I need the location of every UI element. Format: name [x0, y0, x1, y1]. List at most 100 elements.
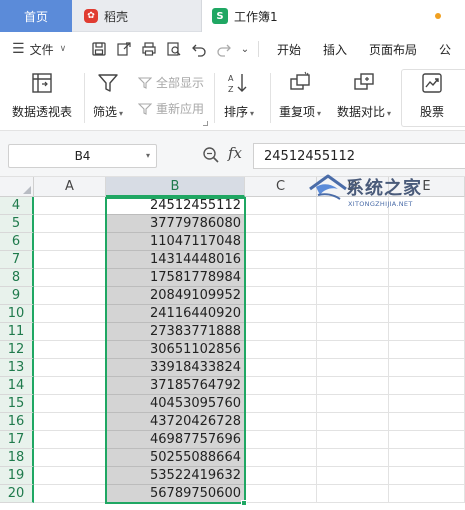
cell-a[interactable]: [34, 269, 106, 287]
cell-a[interactable]: [34, 431, 106, 449]
select-all-corner[interactable]: [0, 177, 34, 197]
cell-e[interactable]: [389, 269, 465, 287]
cell-e[interactable]: [389, 467, 465, 485]
cell-c[interactable]: [245, 197, 317, 215]
cell-c[interactable]: [245, 305, 317, 323]
cell-c[interactable]: [245, 377, 317, 395]
cell-c[interactable]: [245, 215, 317, 233]
tab-home[interactable]: 首页: [0, 0, 72, 32]
cell-d[interactable]: [317, 305, 389, 323]
tab-daoke[interactable]: ✿ 稻壳: [72, 0, 202, 32]
cell-a[interactable]: [34, 413, 106, 431]
cell-b[interactable]: 37185764792: [106, 377, 245, 395]
cell-e[interactable]: [389, 449, 465, 467]
cell-d[interactable]: [317, 341, 389, 359]
cell-a[interactable]: [34, 287, 106, 305]
row-header[interactable]: 10: [0, 305, 34, 323]
row-header[interactable]: 20: [0, 485, 34, 503]
cell-c[interactable]: [245, 431, 317, 449]
menu-item-page-layout[interactable]: 页面布局: [358, 41, 428, 58]
cell-e[interactable]: [389, 287, 465, 305]
cell-d[interactable]: [317, 449, 389, 467]
menu-item-formulas[interactable]: 公: [428, 41, 462, 58]
tab-workbook[interactable]: S 工作簿1: [202, 0, 465, 32]
cell-a[interactable]: [34, 395, 106, 413]
row-header[interactable]: 8: [0, 269, 34, 287]
cell-d[interactable]: [317, 251, 389, 269]
export-icon[interactable]: [111, 38, 136, 60]
cell-a[interactable]: [34, 233, 106, 251]
cell-c[interactable]: [245, 233, 317, 251]
fill-handle[interactable]: [241, 500, 247, 506]
menu-item-insert[interactable]: 插入: [312, 41, 358, 58]
column-header-d[interactable]: D: [317, 177, 389, 197]
cell-d[interactable]: [317, 485, 389, 503]
row-header[interactable]: 15: [0, 395, 34, 413]
cell-a[interactable]: [34, 323, 106, 341]
cell-d[interactable]: [317, 287, 389, 305]
cell-e[interactable]: [389, 377, 465, 395]
cell-b[interactable]: 56789750600: [106, 485, 245, 503]
cell-a[interactable]: [34, 305, 106, 323]
cell-a[interactable]: [34, 197, 106, 215]
cell-b[interactable]: 24116440920: [106, 305, 245, 323]
cell-c[interactable]: [245, 485, 317, 503]
column-header-e[interactable]: E: [389, 177, 465, 197]
cell-a[interactable]: [34, 215, 106, 233]
row-header[interactable]: 12: [0, 341, 34, 359]
cell-d[interactable]: [317, 323, 389, 341]
redo-icon[interactable]: [211, 38, 236, 60]
cell-e[interactable]: [389, 431, 465, 449]
cell-b[interactable]: 46987757696: [106, 431, 245, 449]
formula-input[interactable]: 24512455112: [253, 143, 465, 169]
cell-d[interactable]: [317, 431, 389, 449]
row-header[interactable]: 11: [0, 323, 34, 341]
name-box[interactable]: B4 ▾: [8, 144, 157, 168]
cell-e[interactable]: [389, 395, 465, 413]
name-box-dropdown-icon[interactable]: ▾: [146, 151, 150, 160]
row-header[interactable]: 9: [0, 287, 34, 305]
cell-b[interactable]: 20849109952: [106, 287, 245, 305]
filter-button[interactable]: 筛选 ▾: [93, 69, 123, 120]
undo-icon[interactable]: [186, 38, 211, 60]
cell-e[interactable]: [389, 323, 465, 341]
cell-b[interactable]: 53522419632: [106, 467, 245, 485]
cell-c[interactable]: [245, 449, 317, 467]
cell-e[interactable]: [389, 233, 465, 251]
row-header[interactable]: 6: [0, 233, 34, 251]
cell-d[interactable]: [317, 413, 389, 431]
cell-b[interactable]: 40453095760: [106, 395, 245, 413]
cell-b[interactable]: 17581778984: [106, 269, 245, 287]
cell-a[interactable]: [34, 251, 106, 269]
cell-a[interactable]: [34, 377, 106, 395]
cell-c[interactable]: [245, 341, 317, 359]
column-header-a[interactable]: A: [34, 177, 106, 197]
cell-b[interactable]: 27383771888: [106, 323, 245, 341]
cell-a[interactable]: [34, 449, 106, 467]
zoom-formula-icon[interactable]: [202, 146, 220, 164]
row-header[interactable]: 14: [0, 377, 34, 395]
cell-d[interactable]: [317, 377, 389, 395]
cell-e[interactable]: [389, 197, 465, 215]
show-all-button[interactable]: 全部显示: [138, 74, 204, 91]
cell-b[interactable]: 11047117048: [106, 233, 245, 251]
reapply-button[interactable]: 重新应用: [138, 100, 204, 117]
column-header-c[interactable]: C: [245, 177, 317, 197]
cell-b[interactable]: 43720426728: [106, 413, 245, 431]
row-header[interactable]: 4: [0, 197, 34, 215]
cell-d[interactable]: [317, 467, 389, 485]
row-header[interactable]: 7: [0, 251, 34, 269]
cell-e[interactable]: [389, 341, 465, 359]
more-chevron-icon[interactable]: ⌄: [236, 38, 254, 60]
cell-c[interactable]: [245, 323, 317, 341]
cell-a[interactable]: [34, 359, 106, 377]
row-header[interactable]: 16: [0, 413, 34, 431]
cell-d[interactable]: [317, 197, 389, 215]
spreadsheet-grid[interactable]: A B C D E 4 24512455112 5 37779786080 6 11047…: [0, 177, 465, 510]
cell-d[interactable]: [317, 215, 389, 233]
row-header[interactable]: 13: [0, 359, 34, 377]
row-header[interactable]: 17: [0, 431, 34, 449]
row-header[interactable]: 18: [0, 449, 34, 467]
cell-d[interactable]: [317, 269, 389, 287]
cell-d[interactable]: [317, 395, 389, 413]
